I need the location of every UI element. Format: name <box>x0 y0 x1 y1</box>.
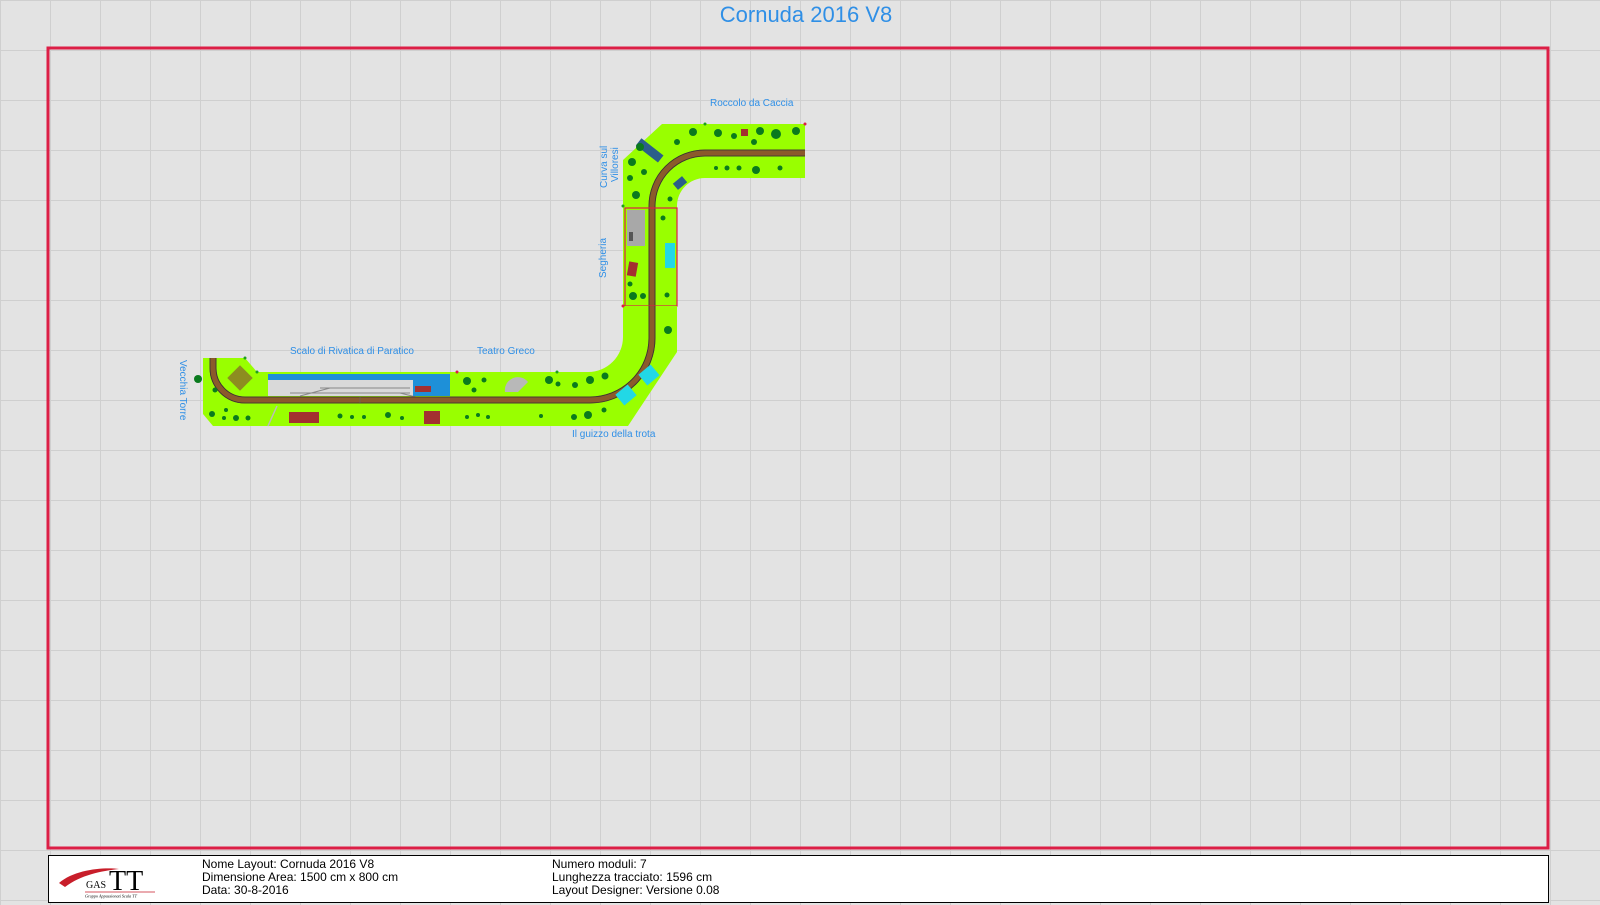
module-teatro-greco[interactable] <box>457 372 561 426</box>
label-teatro-greco: Teatro Greco <box>477 346 535 357</box>
info-layout-designer: Layout Designer: Versione 0.08 <box>552 883 720 897</box>
label-scalo-rivatica: Scalo di Rivatica di Paratico <box>290 346 414 357</box>
module-guizzo-della-trota[interactable] <box>557 306 677 426</box>
label-curva-line1: Curva sul <box>599 146 610 188</box>
label-vecchia-torre: Vecchia Torre <box>177 360 188 421</box>
label-curva-line2: Villoresi <box>610 147 621 182</box>
label-guizzo-della-trota: Il guizzo della trota <box>572 429 656 440</box>
module-segheria[interactable] <box>623 206 678 307</box>
layout-plan: Roccolo da Caccia Curva sul Villoresi Se… <box>46 46 1550 850</box>
module-roccolo-da-caccia[interactable] <box>705 124 805 178</box>
svg-text:Gruppo Appassionati Scala TT: Gruppo Appassionati Scala TT <box>85 894 138 899</box>
gas-tt-logo: GAS TT Gruppo Appassionati Scala TT <box>59 866 155 899</box>
module-scalo-rivatica[interactable] <box>257 372 457 427</box>
svg-text:GAS: GAS <box>86 880 106 891</box>
module-curva-sul-villoresi[interactable] <box>623 124 706 207</box>
info-data: Data: 30-8-2016 <box>202 883 289 897</box>
module-vecchia-torre[interactable] <box>194 358 257 426</box>
info-panel: GAS TT Gruppo Appassionati Scala TT Nome… <box>48 855 1549 903</box>
label-segheria: Segheria <box>598 238 609 278</box>
label-roccolo-da-caccia: Roccolo da Caccia <box>710 98 794 109</box>
